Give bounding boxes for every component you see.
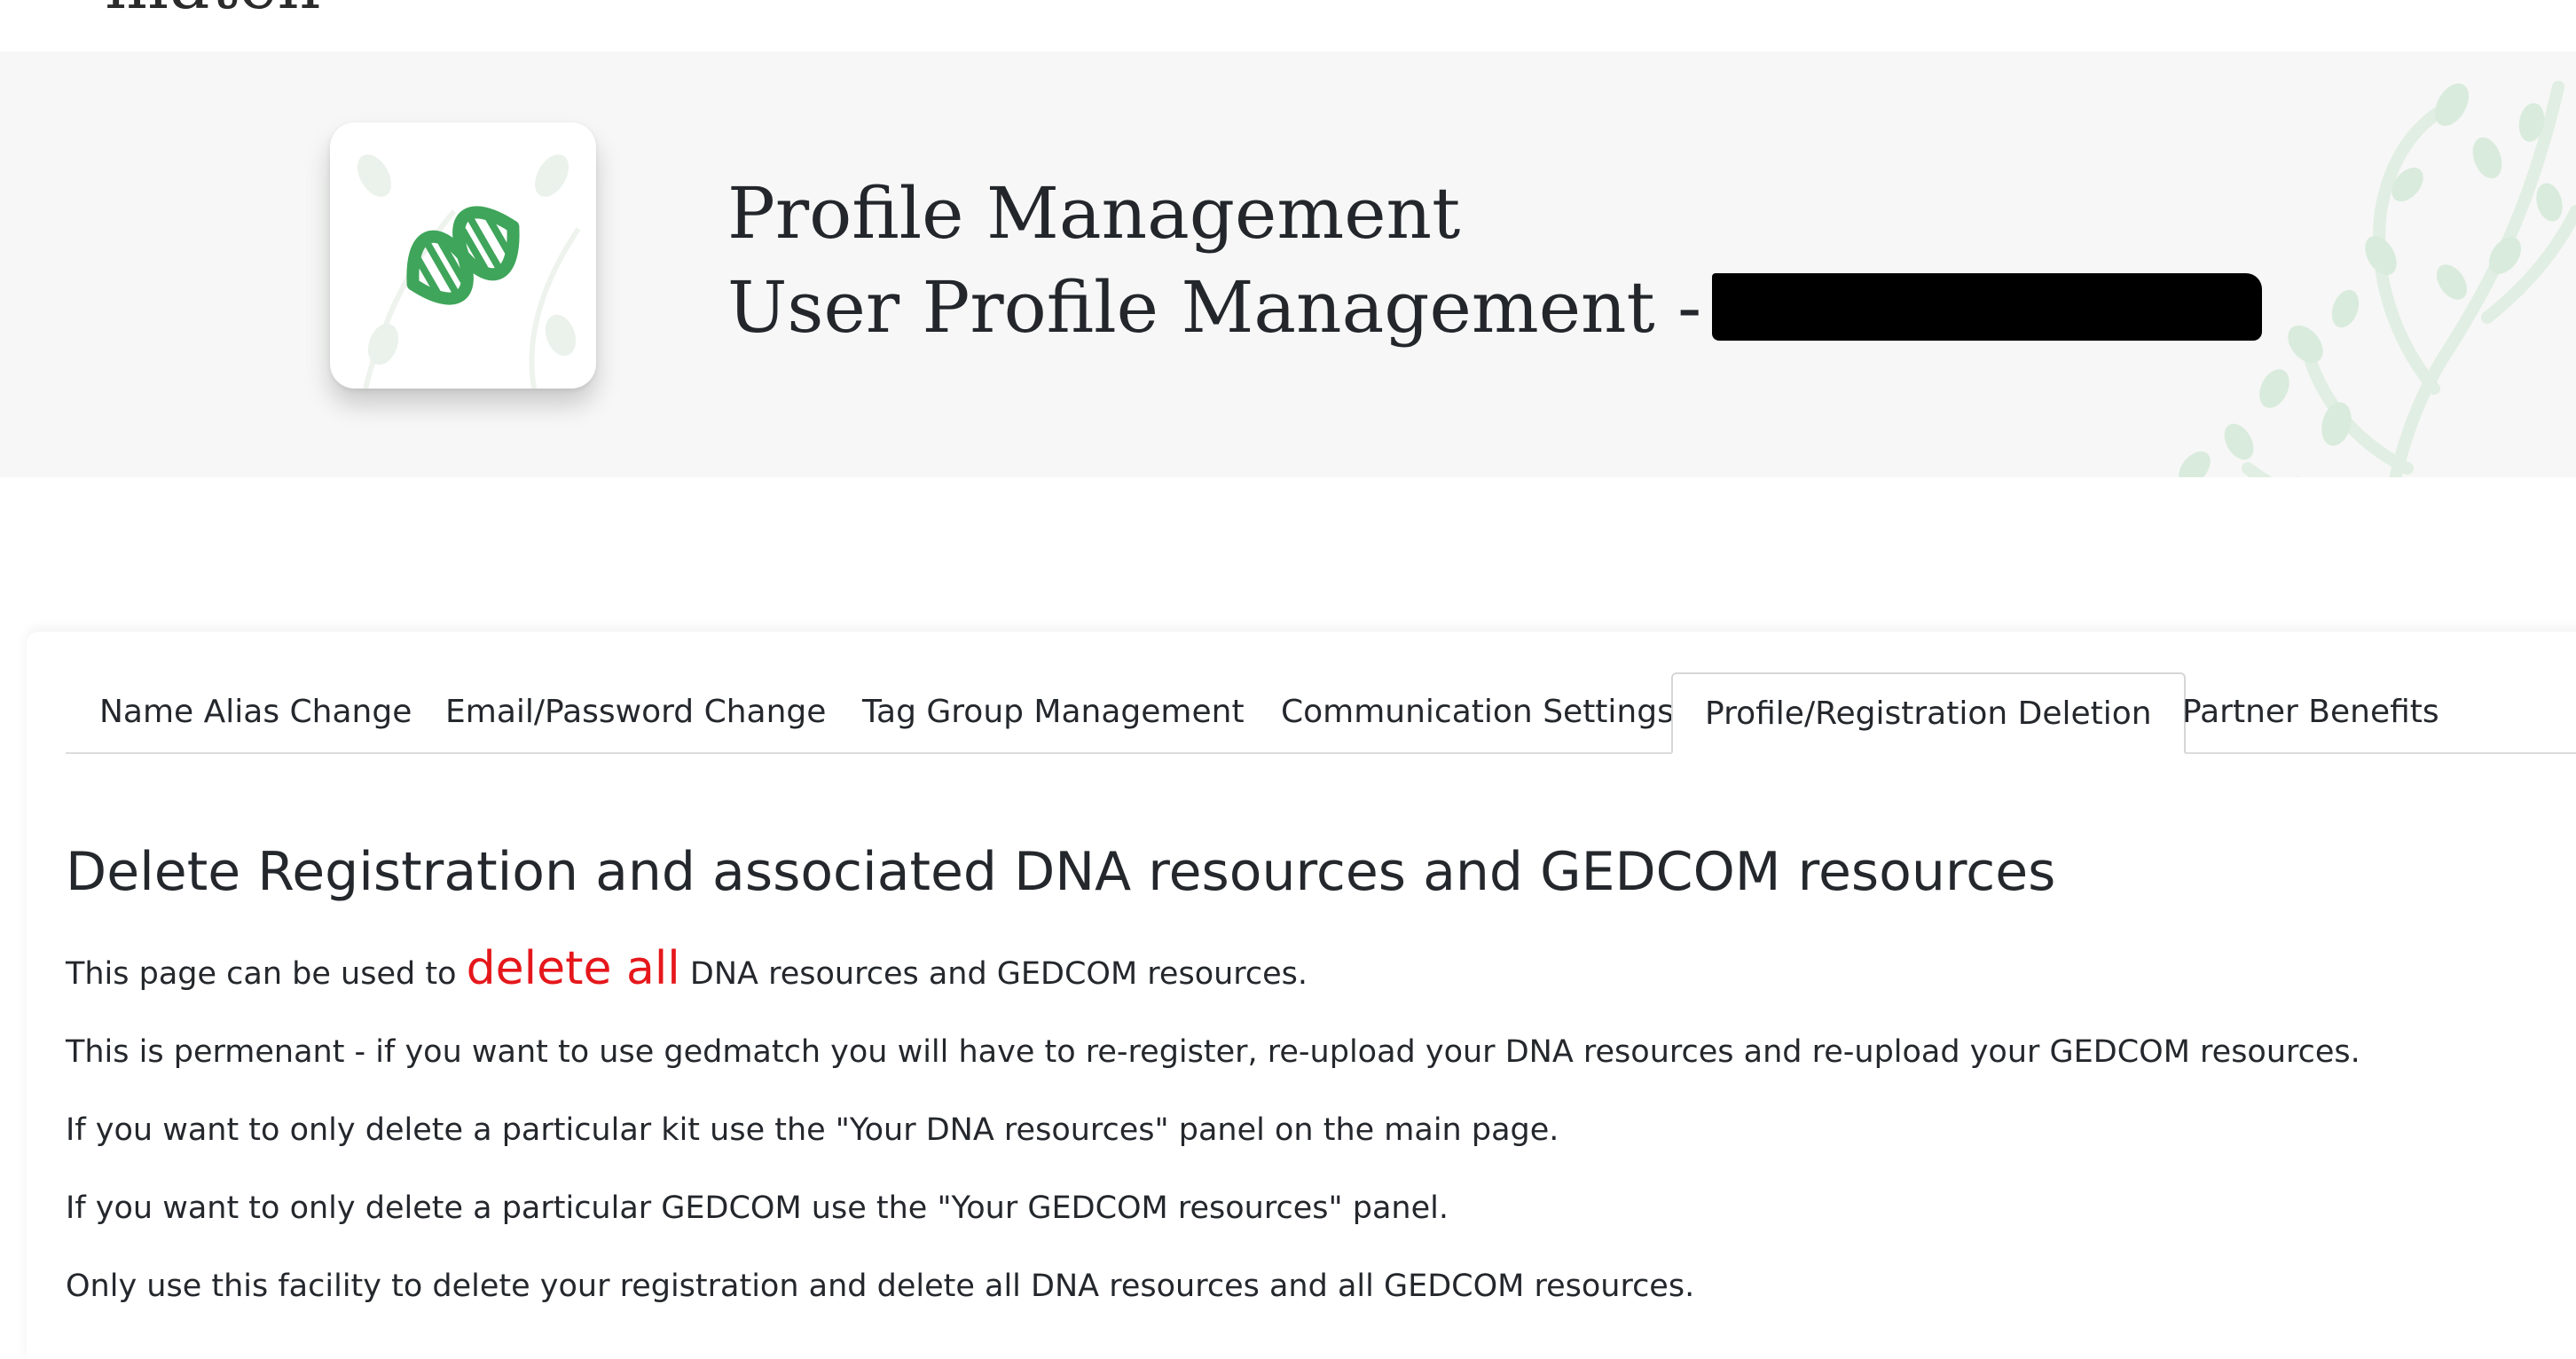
dna-helix-icon <box>357 154 581 389</box>
delete-gedcom-hint-text: If you want to only delete a particular … <box>66 1190 1449 1226</box>
intro-paragraph: This page can be used to delete all DNA … <box>66 942 1308 995</box>
section-heading: Delete Registration and associated DNA r… <box>66 841 2056 903</box>
tab-email-password-change[interactable]: Email/Password Change <box>445 672 826 752</box>
tab-name-alias-change[interactable]: Name Alias Change <box>99 672 412 752</box>
permanent-warning-text: This is permenant - if you want to use g… <box>66 1034 2360 1070</box>
delete-kit-hint-text: If you want to only delete a particular … <box>66 1112 1559 1148</box>
tab-communication-settings[interactable]: Communication Settings <box>1281 672 1674 752</box>
profile-icon-card <box>330 122 596 389</box>
title-line-2: User Profile Management - <box>727 266 1702 349</box>
redacted-username <box>1712 273 2263 341</box>
delete-all-emphasis: delete all <box>466 942 680 995</box>
tab-tag-group-management[interactable]: Tag Group Management <box>862 672 1245 752</box>
facility-usage-text: Only use this facility to delete your re… <box>66 1269 1695 1304</box>
profile-tabs: Name Alias Change Email/Password Change … <box>66 672 2576 754</box>
title-line-1: Profile Management <box>727 172 1461 255</box>
site-logo-fragment[interactable]: match <box>105 0 321 24</box>
tab-profile-registration-deletion[interactable]: Profile/Registration Deletion <box>1671 672 2186 754</box>
intro-text-after: DNA resources and GEDCOM resources. <box>689 956 1308 992</box>
intro-text-before: This page can be used to <box>66 956 457 992</box>
page-title: Profile Management User Profile Manageme… <box>727 167 2263 355</box>
profile-hero-banner: Profile Management User Profile Manageme… <box>0 51 2576 477</box>
tab-partner-benefits[interactable]: Partner Benefits <box>2182 672 2439 752</box>
